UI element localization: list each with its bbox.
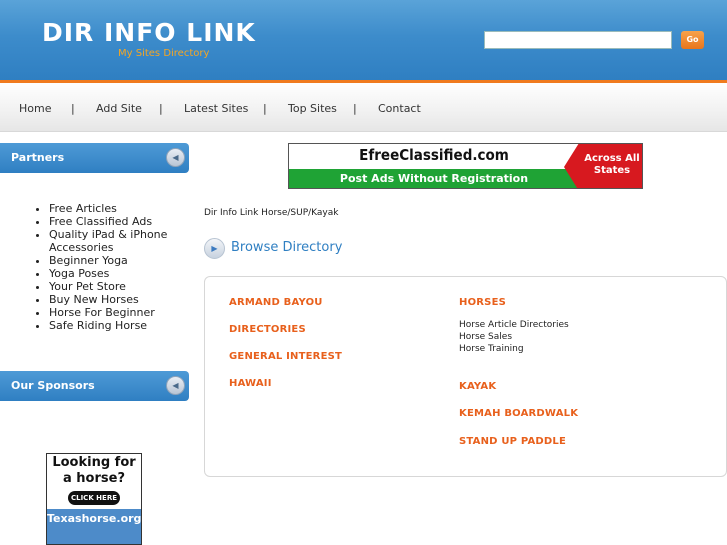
sponsors-title: Our Sponsors xyxy=(11,379,95,392)
partners-list: Free Articles Free Classified Ads Qualit… xyxy=(37,202,199,332)
category-link[interactable]: KAYAK xyxy=(459,381,496,392)
partner-link[interactable]: Safe Riding Horse xyxy=(49,319,199,332)
site-header: DIR INFO LINK My Sites Directory Go xyxy=(0,0,727,80)
subcategory-link[interactable]: Horse Sales xyxy=(459,332,512,344)
category-link[interactable]: KEMAH BOARDWALK xyxy=(459,408,578,419)
nav-latest-sites[interactable]: Latest Sites xyxy=(184,102,248,115)
category-link[interactable]: STAND UP PADDLE xyxy=(459,436,566,447)
efreeclassified-banner[interactable]: EfreeClassified.com Post Ads Without Reg… xyxy=(288,143,643,189)
nav-top-sites[interactable]: Top Sites xyxy=(288,102,337,115)
collapse-arrow-icon[interactable]: ◀ xyxy=(166,376,185,395)
sponsor-ad-texashorse[interactable]: Looking for a horse? CLICK HERE Texashor… xyxy=(46,453,142,545)
sponsor-click-button[interactable]: CLICK HERE xyxy=(68,491,120,505)
banner-badge: Across All States xyxy=(584,153,640,176)
partners-title: Partners xyxy=(11,151,65,164)
sponsors-header: Our Sponsors ◀ xyxy=(0,371,189,401)
collapse-arrow-icon[interactable]: ◀ xyxy=(166,148,185,167)
partner-link[interactable]: Your Pet Store xyxy=(49,280,199,293)
partner-link[interactable]: Horse For Beginner xyxy=(49,306,199,319)
browse-directory-title: Browse Directory xyxy=(231,240,343,255)
nav-contact[interactable]: Contact xyxy=(378,102,421,115)
sponsor-site-name: Texashorse.org xyxy=(47,512,142,525)
nav-separator: | xyxy=(71,102,75,115)
breadcrumb: Dir Info Link Horse/SUP/Kayak xyxy=(204,208,339,218)
category-link[interactable]: DIRECTORIES xyxy=(229,324,306,335)
partner-link[interactable]: Free Classified Ads xyxy=(49,215,199,228)
search-go-button[interactable]: Go xyxy=(681,31,704,49)
nav-separator: | xyxy=(159,102,163,115)
nav-separator: | xyxy=(263,102,267,115)
partner-link[interactable]: Free Articles xyxy=(49,202,199,215)
subcategory-link[interactable]: Horse Training xyxy=(459,344,524,356)
category-link[interactable]: HORSES xyxy=(459,297,506,308)
arrow-right-icon: ▶ xyxy=(204,238,225,259)
partner-link[interactable]: Quality iPad & iPhone Accessories xyxy=(49,228,199,254)
category-link[interactable]: GENERAL INTEREST xyxy=(229,351,342,362)
partners-header: Partners ◀ xyxy=(0,143,189,173)
category-link[interactable]: ARMAND BAYOU xyxy=(229,297,323,308)
nav-home[interactable]: Home xyxy=(19,102,51,115)
banner-subtitle: Post Ads Without Registration xyxy=(339,172,529,185)
category-link[interactable]: HAWAII xyxy=(229,378,272,389)
nav-separator: | xyxy=(353,102,357,115)
sponsor-headline: Looking for a horse? xyxy=(52,455,136,486)
nav-add-site[interactable]: Add Site xyxy=(96,102,142,115)
partner-link[interactable]: Beginner Yoga xyxy=(49,254,199,267)
partner-link[interactable]: Buy New Horses xyxy=(49,293,199,306)
banner-name: EfreeClassified.com xyxy=(359,146,509,164)
site-logo[interactable]: DIR INFO LINK xyxy=(42,18,256,47)
partner-link[interactable]: Yoga Poses xyxy=(49,267,199,280)
subcategory-link[interactable]: Horse Article Directories xyxy=(459,320,569,332)
search-input[interactable] xyxy=(484,31,672,49)
site-tagline: My Sites Directory xyxy=(118,48,210,59)
